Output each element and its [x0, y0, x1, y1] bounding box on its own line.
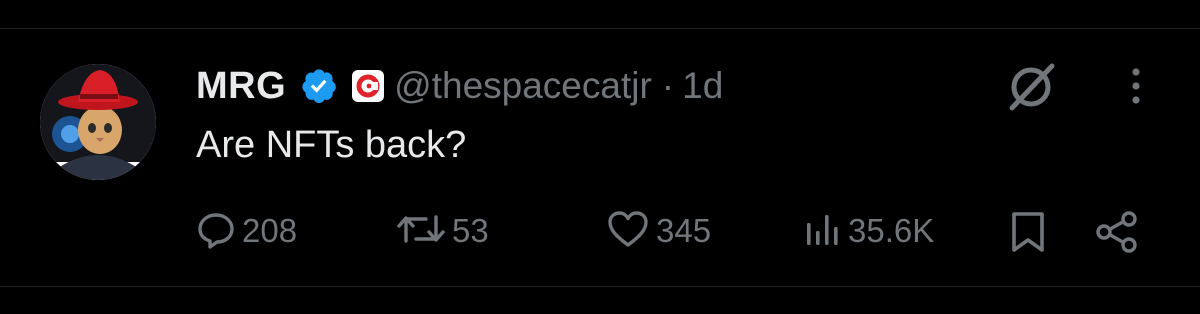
author-handle[interactable]: @thespacecatjr	[394, 65, 652, 107]
like-button[interactable]: 345	[606, 206, 711, 256]
divider-top	[0, 28, 1200, 29]
share-button[interactable]	[1094, 210, 1140, 259]
grok-icon[interactable]	[1004, 60, 1058, 114]
divider-bottom	[0, 286, 1200, 287]
repost-button[interactable]: 53	[396, 206, 489, 256]
timestamp[interactable]: 1d	[682, 65, 723, 107]
like-count: 345	[656, 212, 712, 249]
like-icon	[606, 209, 650, 254]
bookmark-icon	[1008, 212, 1048, 258]
more-options-icon[interactable]	[1122, 66, 1150, 110]
verified-badge-icon	[300, 67, 338, 105]
affiliate-badge-icon[interactable]	[352, 70, 385, 102]
views-icon	[804, 209, 842, 254]
reply-button[interactable]: 208	[196, 206, 297, 256]
share-icon	[1094, 211, 1140, 258]
tweet-header: MRG @thespacecatjr · 1d	[196, 60, 723, 112]
separator-dot: ·	[661, 65, 675, 106]
display-name[interactable]: MRG	[196, 65, 286, 108]
repost-icon	[396, 209, 446, 254]
repost-count: 53	[452, 212, 489, 249]
bookmark-button[interactable]	[1008, 210, 1048, 259]
reply-count: 208	[242, 212, 298, 249]
reply-icon	[196, 209, 236, 254]
tweet-text: Are NFTs back?	[196, 124, 467, 166]
views-button[interactable]: 35.6K	[804, 206, 934, 256]
views-count: 35.6K	[848, 212, 935, 249]
avatar[interactable]	[40, 64, 156, 180]
